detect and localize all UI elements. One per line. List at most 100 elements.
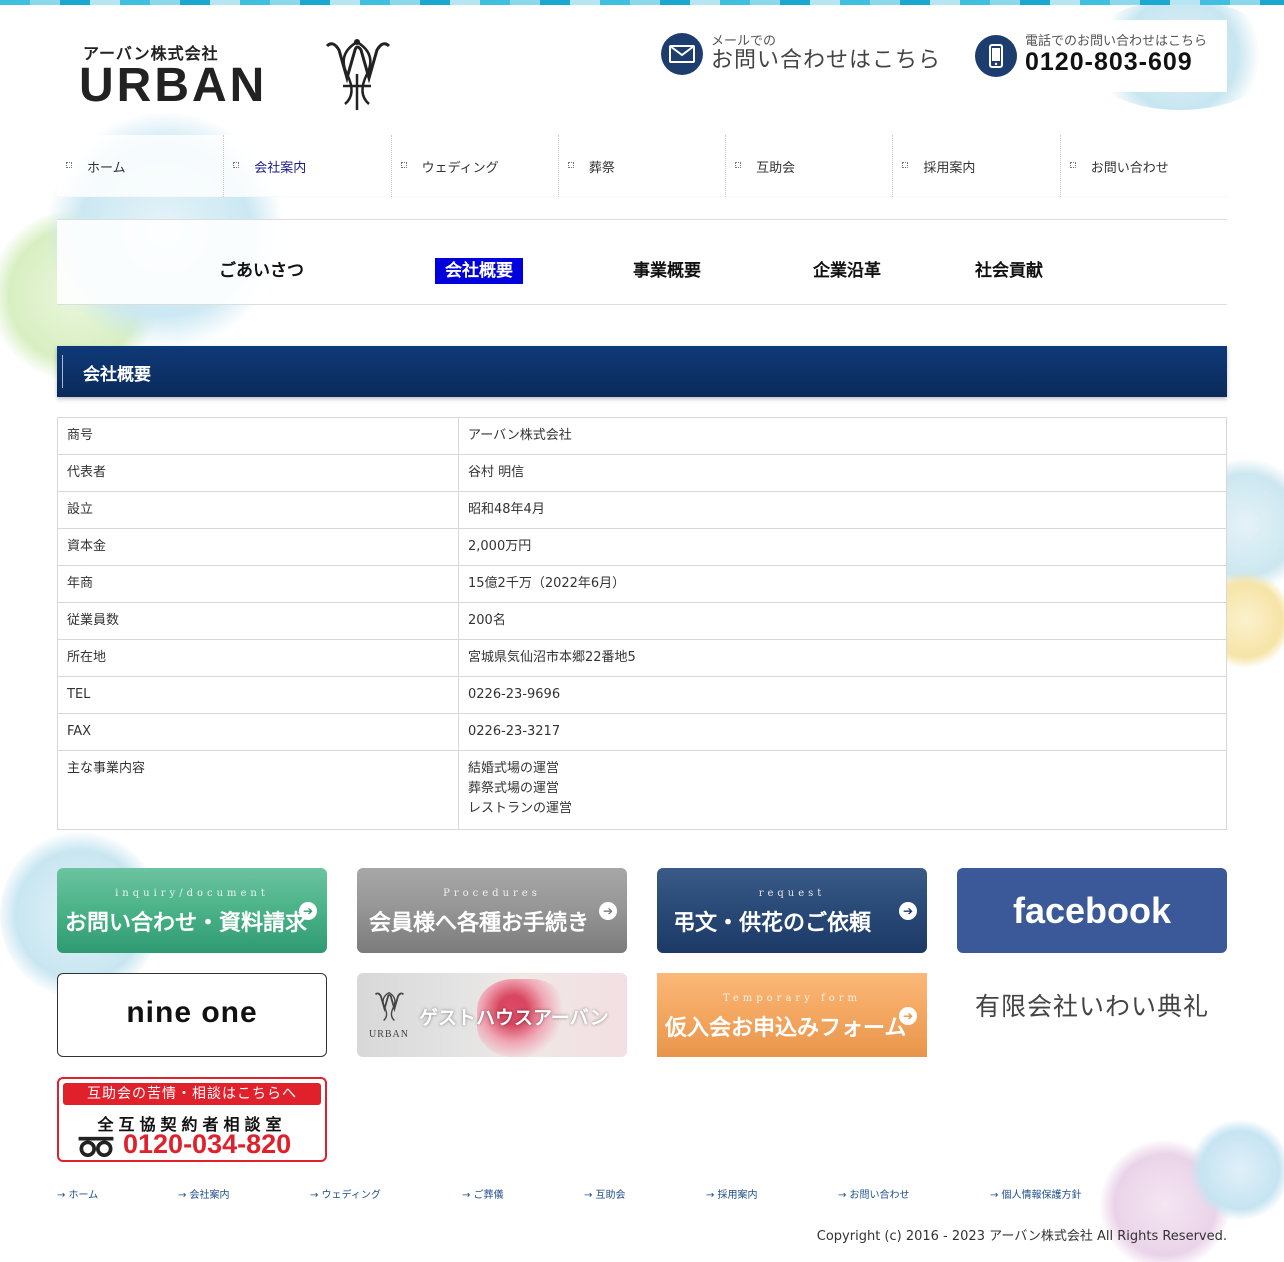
nav-item-contact[interactable]: お問い合わせ	[1059, 135, 1227, 197]
copyright-text: Copyright (c) 2016 - 2023 アーバン株式会社 All R…	[816, 1229, 1227, 1244]
nav-bullet-icon	[66, 162, 72, 168]
row-key: 設立	[57, 491, 459, 529]
mail-icon	[661, 33, 703, 75]
guesthouse-logo-text: URBAN	[369, 1029, 410, 1040]
row-value: 宮城県気仙沼市本郷22番地5	[458, 639, 1227, 677]
consult-header: 互助会の苦情・相談はこちらへ	[63, 1083, 321, 1105]
nav-item-label: 葬祭	[588, 160, 615, 176]
nav-item-label: 互助会	[756, 160, 796, 176]
mail-contact-small: メールでの	[711, 33, 777, 49]
iwai-tenrei-banner[interactable]: 有限会社いわい典礼	[957, 973, 1227, 1057]
table-row: 商号 アーバン株式会社	[57, 417, 1227, 455]
subnav-history[interactable]: 企業沿革	[803, 258, 891, 284]
section-heading: 会社概要	[57, 346, 1227, 397]
section-title: 会社概要	[83, 365, 151, 385]
row-value: 0226-23-3217	[458, 713, 1227, 751]
row-key: 所在地	[57, 639, 459, 677]
table-row: 所在地 宮城県気仙沼市本郷22番地5	[57, 639, 1227, 677]
footer-link-privacy-policy[interactable]: → 個人情報保護方針	[990, 1186, 1082, 1201]
company-info-table: 商号 アーバン株式会社 代表者 谷村 明信 設立 昭和48年4月 資本金 2,000万円…	[57, 417, 1227, 830]
nav-item-recruit[interactable]: 採用案内	[892, 135, 1060, 197]
consult-phone-number: 0120-034-820	[123, 1129, 292, 1159]
row-value: 0226-23-9696	[458, 676, 1227, 714]
footer-link-wedding[interactable]: → ウェディング	[310, 1186, 381, 1201]
subnav-social-contribution[interactable]: 社会貢献	[965, 258, 1053, 284]
logo-urban-text: URBAN	[79, 59, 268, 112]
guest-house-urban-banner[interactable]: URBAN ゲストハウスアーバン	[357, 973, 627, 1057]
footer-navigation: → ホーム → 会社案内 → ウェディング → ご葬儀 → 互助会 → 採用案内…	[57, 1186, 1227, 1202]
condolence-request-banner[interactable]: request 弔文・供花のご依頼 ➔	[657, 868, 927, 953]
subnav-greeting[interactable]: ごあいさつ	[209, 258, 314, 284]
row-value: 谷村 明信	[458, 454, 1227, 492]
phone-icon	[975, 35, 1017, 77]
footer-link-funeral[interactable]: → ご葬儀	[462, 1186, 504, 1201]
heading-accent-bar	[62, 355, 63, 388]
watercolor-decoration	[1190, 1120, 1284, 1220]
banner-title: お問い合わせ・資料請求	[65, 911, 308, 936]
facebook-banner[interactable]: facebook	[957, 868, 1227, 953]
mail-contact-link[interactable]: メールでの お問い合わせはこちら	[661, 30, 941, 78]
nav-item-label: 採用案内	[923, 160, 976, 176]
nav-item-wedding[interactable]: ウェディング	[390, 135, 558, 197]
iwai-tenrei-text: 有限会社いわい典礼	[974, 992, 1209, 1021]
business-line: レストランの運営	[468, 801, 573, 816]
table-row: 従業員数 200名	[57, 602, 1227, 640]
temporary-membership-banner[interactable]: Temporary form 仮入会お申込みフォーム ➔	[657, 973, 927, 1057]
subnav-business-overview[interactable]: 事業概要	[623, 258, 711, 284]
nav-item-company[interactable]: 会社案内	[223, 135, 391, 197]
nav-bullet-icon	[233, 162, 240, 168]
subnav-company-profile[interactable]: 会社概要	[435, 258, 523, 284]
table-row: FAX 0226-23-3217	[57, 713, 1227, 751]
site-header: アーバン株式会社 URBAN メールでの お問い合わせはこちら 電話でのお問い合…	[57, 20, 1227, 120]
row-key: 年商	[57, 565, 459, 603]
business-line: 葬祭式場の運営	[468, 781, 560, 796]
footer-link-mutual-aid[interactable]: → 互助会	[584, 1186, 626, 1201]
nav-item-label: ウェディング	[421, 160, 499, 176]
wf-monogram-icon	[325, 39, 391, 110]
arrow-right-icon: ➔	[599, 902, 617, 920]
consultation-hotline-banner[interactable]: 互助会の苦情・相談はこちらへ 全互協契約者相談室 0120-034-820	[57, 1077, 327, 1162]
footer-link-company[interactable]: → 会社案内	[178, 1186, 230, 1201]
top-decorative-stripe	[0, 0, 1284, 5]
nav-item-funeral[interactable]: 葬祭	[557, 135, 726, 197]
banner-title: 仮入会お申込みフォーム	[665, 1016, 907, 1041]
footer-link-home[interactable]: → ホーム	[57, 1186, 98, 1201]
tel-contact-link[interactable]: 電話でのお問い合わせはこちら 0120-803-609	[973, 20, 1227, 92]
row-key: 資本金	[57, 528, 459, 566]
row-value: 15億2千万（2022年6月）	[458, 565, 1227, 603]
table-row: 代表者 谷村 明信	[57, 454, 1227, 492]
arrow-right-icon: ➔	[899, 1007, 917, 1025]
sub-navigation: ごあいさつ 会社概要 事業概要 企業沿革 社会貢献	[57, 219, 1227, 305]
row-key: 主な事業内容	[57, 750, 459, 830]
row-key: TEL	[57, 676, 459, 714]
nav-bullet-icon	[1069, 162, 1076, 168]
nav-item-label: ホーム	[87, 160, 126, 176]
nine-one-banner[interactable]: nine one	[57, 973, 327, 1057]
free-dial-icon	[78, 1136, 114, 1157]
banner-title: 弔文・供花のご依頼	[673, 911, 872, 936]
footer-link-contact[interactable]: → お問い合わせ	[838, 1186, 910, 1201]
footer-link-recruit[interactable]: → 採用案内	[706, 1186, 758, 1201]
table-row: TEL 0226-23-9696	[57, 676, 1227, 714]
banner-subtitle: request	[758, 888, 826, 899]
nav-item-label: お問い合わせ	[1090, 160, 1169, 176]
inquiry-document-banner[interactable]: inquiry/document お問い合わせ・資料請求 ➔	[57, 868, 327, 953]
nav-item-mutual-aid[interactable]: 互助会	[725, 135, 893, 197]
table-row: 設立 昭和48年4月	[57, 491, 1227, 529]
row-key: 従業員数	[57, 602, 459, 640]
table-row: 主な事業内容 結婚式場の運営 葬祭式場の運営 レストランの運営	[57, 750, 1227, 830]
nav-bullet-icon	[902, 162, 909, 168]
tel-number: 0120-803-609	[1025, 48, 1193, 77]
nav-item-home[interactable]: ホーム	[57, 135, 224, 197]
mail-contact-big: お問い合わせはこちら	[711, 48, 942, 74]
arrow-right-icon: ➔	[299, 902, 317, 920]
row-value: アーバン株式会社	[458, 417, 1227, 455]
facebook-logo-text: facebook	[1012, 890, 1172, 931]
row-key: 代表者	[57, 454, 459, 492]
procedures-banner[interactable]: Procedures 会員様へ各種お手続き ➔	[357, 868, 627, 953]
tel-contact-small: 電話でのお問い合わせはこちら	[1025, 34, 1208, 50]
wf-monogram-icon	[374, 992, 405, 1022]
company-logo[interactable]: アーバン株式会社 URBAN	[79, 34, 399, 116]
row-value: 2,000万円	[458, 528, 1227, 566]
row-key: FAX	[57, 713, 459, 751]
